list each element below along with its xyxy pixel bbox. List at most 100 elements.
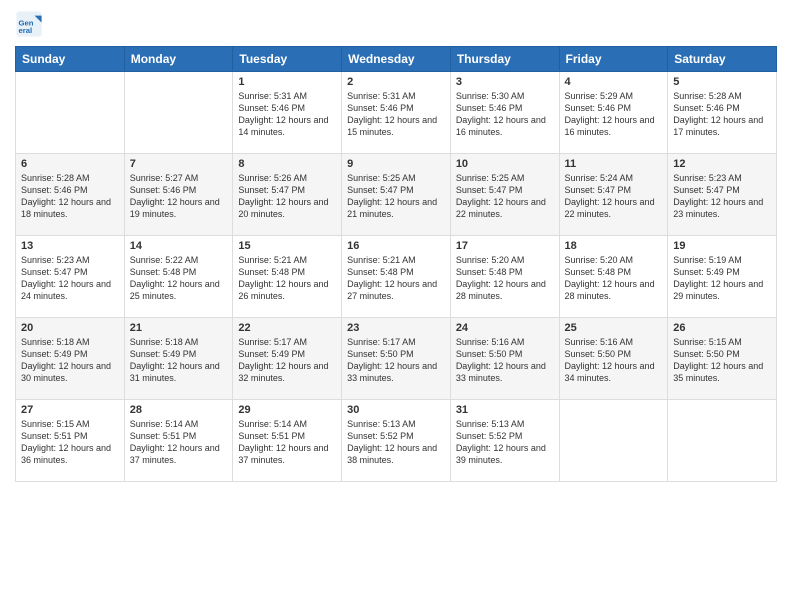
header-row: SundayMondayTuesdayWednesdayThursdayFrid…: [16, 47, 777, 72]
calendar-cell: 6 Sunrise: 5:28 AMSunset: 5:46 PMDaylight…: [16, 154, 125, 236]
calendar-cell: 15Sunrise: 5:21 AMSunset: 5:48 PMDayligh…: [233, 236, 342, 318]
calendar-cell: 17 Sunrise: 5:20 AMSunset: 5:48 PMDayligh…: [450, 236, 559, 318]
cell-content: Sunrise: 5:22 AMSunset: 5:48 PMDaylight:…: [130, 254, 228, 303]
calendar-cell: 19 Sunrise: 5:19 AMSunset: 5:49 PMDayligh…: [668, 236, 777, 318]
day-number: 30: [347, 404, 445, 416]
cell-content: Sunrise: 5:28 AMSunset: 5:46 PMDaylight:…: [673, 90, 771, 139]
day-number: 23: [347, 322, 445, 334]
day-number: 28: [130, 404, 228, 416]
day-number: 5: [673, 76, 771, 88]
cell-content: Sunrise: 5:23 AMSunset: 5:47 PMDaylight:…: [21, 254, 119, 303]
week-row-3: 13 Sunrise: 5:23 AMSunset: 5:47 PMDayligh…: [16, 236, 777, 318]
calendar-cell: 20 Sunrise: 5:18 AMSunset: 5:49 PMDayligh…: [16, 318, 125, 400]
calendar-cell: 31 Sunrise: 5:13 AMSunset: 5:52 PMDayligh…: [450, 400, 559, 482]
cell-content: Sunrise: 5:13 AMSunset: 5:52 PMDaylight:…: [456, 418, 554, 467]
calendar-cell: 25Sunrise: 5:16 AMSunset: 5:50 PMDayligh…: [559, 318, 668, 400]
day-number: 24: [456, 322, 554, 334]
logo: Gen eral: [15, 10, 47, 38]
calendar-cell: 13 Sunrise: 5:23 AMSunset: 5:47 PMDayligh…: [16, 236, 125, 318]
day-header-monday: Monday: [124, 47, 233, 72]
day-number: 13: [21, 240, 119, 252]
day-number: 10: [456, 158, 554, 170]
calendar-cell: 16 Sunrise: 5:21 AMSunset: 5:48 PMDayligh…: [342, 236, 451, 318]
calendar-cell: 29 Sunrise: 5:14 AMSunset: 5:51 PMDayligh…: [233, 400, 342, 482]
day-number: 21: [130, 322, 228, 334]
day-number: 27: [21, 404, 119, 416]
week-row-1: 1 Sunrise: 5:31 AMSunset: 5:46 PMDaylight…: [16, 72, 777, 154]
day-number: 18: [565, 240, 663, 252]
calendar-cell: 12Sunrise: 5:23 AMSunset: 5:47 PMDayligh…: [668, 154, 777, 236]
calendar-cell: [559, 400, 668, 482]
day-header-tuesday: Tuesday: [233, 47, 342, 72]
calendar-cell: 14 Sunrise: 5:22 AMSunset: 5:48 PMDayligh…: [124, 236, 233, 318]
cell-content: Sunrise: 5:27 AMSunset: 5:46 PMDaylight:…: [130, 172, 228, 221]
calendar-cell: 2 Sunrise: 5:31 AMSunset: 5:46 PMDaylight…: [342, 72, 451, 154]
day-header-sunday: Sunday: [16, 47, 125, 72]
calendar-cell: 26 Sunrise: 5:15 AMSunset: 5:50 PMDayligh…: [668, 318, 777, 400]
day-number: 25: [565, 322, 663, 334]
calendar-cell: 5 Sunrise: 5:28 AMSunset: 5:46 PMDaylight…: [668, 72, 777, 154]
day-number: 8: [238, 158, 336, 170]
calendar-cell: 28 Sunrise: 5:14 AMSunset: 5:51 PMDayligh…: [124, 400, 233, 482]
cell-content: Sunrise: 5:25 AMSunset: 5:47 PMDaylight:…: [456, 172, 554, 221]
svg-text:eral: eral: [19, 26, 33, 35]
calendar-header: SundayMondayTuesdayWednesdayThursdayFrid…: [16, 47, 777, 72]
week-row-2: 6 Sunrise: 5:28 AMSunset: 5:46 PMDaylight…: [16, 154, 777, 236]
cell-content: Sunrise: 5:26 AMSunset: 5:47 PMDaylight:…: [238, 172, 336, 221]
cell-content: Sunrise: 5:18 AMSunset: 5:49 PMDaylight:…: [21, 336, 119, 385]
week-row-5: 27 Sunrise: 5:15 AMSunset: 5:51 PMDayligh…: [16, 400, 777, 482]
cell-content: Sunrise: 5:31 AMSunset: 5:46 PMDaylight:…: [238, 90, 336, 139]
cell-content: Sunrise: 5:13 AMSunset: 5:52 PMDaylight:…: [347, 418, 445, 467]
calendar-cell: 10 Sunrise: 5:25 AMSunset: 5:47 PMDayligh…: [450, 154, 559, 236]
cell-content: Sunrise: 5:14 AMSunset: 5:51 PMDaylight:…: [238, 418, 336, 467]
week-row-4: 20 Sunrise: 5:18 AMSunset: 5:49 PMDayligh…: [16, 318, 777, 400]
day-number: 6: [21, 158, 119, 170]
cell-content: Sunrise: 5:24 AMSunset: 5:47 PMDaylight:…: [565, 172, 663, 221]
calendar-cell: 21 Sunrise: 5:18 AMSunset: 5:49 PMDayligh…: [124, 318, 233, 400]
cell-content: Sunrise: 5:14 AMSunset: 5:51 PMDaylight:…: [130, 418, 228, 467]
day-number: 26: [673, 322, 771, 334]
page: Gen eral SundayMondayTuesdayWednesdayThu…: [0, 0, 792, 612]
day-number: 15: [238, 240, 336, 252]
calendar-table: SundayMondayTuesdayWednesdayThursdayFrid…: [15, 46, 777, 482]
cell-content: Sunrise: 5:15 AMSunset: 5:51 PMDaylight:…: [21, 418, 119, 467]
calendar-cell: [124, 72, 233, 154]
day-number: 9: [347, 158, 445, 170]
cell-content: Sunrise: 5:23 AMSunset: 5:47 PMDaylight:…: [673, 172, 771, 221]
logo-icon: Gen eral: [15, 10, 43, 38]
cell-content: Sunrise: 5:17 AMSunset: 5:49 PMDaylight:…: [238, 336, 336, 385]
day-number: 1: [238, 76, 336, 88]
day-number: 2: [347, 76, 445, 88]
calendar-cell: 8 Sunrise: 5:26 AMSunset: 5:47 PMDaylight…: [233, 154, 342, 236]
calendar-cell: 1 Sunrise: 5:31 AMSunset: 5:46 PMDaylight…: [233, 72, 342, 154]
day-number: 11: [565, 158, 663, 170]
cell-content: Sunrise: 5:29 AMSunset: 5:46 PMDaylight:…: [565, 90, 663, 139]
cell-content: Sunrise: 5:19 AMSunset: 5:49 PMDaylight:…: [673, 254, 771, 303]
cell-content: Sunrise: 5:25 AMSunset: 5:47 PMDaylight:…: [347, 172, 445, 221]
cell-content: Sunrise: 5:18 AMSunset: 5:49 PMDaylight:…: [130, 336, 228, 385]
calendar-cell: [16, 72, 125, 154]
cell-content: Sunrise: 5:17 AMSunset: 5:50 PMDaylight:…: [347, 336, 445, 385]
calendar-cell: 9 Sunrise: 5:25 AMSunset: 5:47 PMDaylight…: [342, 154, 451, 236]
day-number: 19: [673, 240, 771, 252]
calendar-cell: 24Sunrise: 5:16 AMSunset: 5:50 PMDayligh…: [450, 318, 559, 400]
day-number: 16: [347, 240, 445, 252]
day-number: 17: [456, 240, 554, 252]
calendar-cell: 3Sunrise: 5:30 AMSunset: 5:46 PMDaylight…: [450, 72, 559, 154]
day-number: 31: [456, 404, 554, 416]
day-header-thursday: Thursday: [450, 47, 559, 72]
calendar-cell: 30 Sunrise: 5:13 AMSunset: 5:52 PMDayligh…: [342, 400, 451, 482]
cell-content: Sunrise: 5:28 AMSunset: 5:46 PMDaylight:…: [21, 172, 119, 221]
cell-content: Sunrise: 5:15 AMSunset: 5:50 PMDaylight:…: [673, 336, 771, 385]
cell-content: Sunrise: 5:20 AMSunset: 5:48 PMDaylight:…: [565, 254, 663, 303]
cell-content: Sunrise: 5:31 AMSunset: 5:46 PMDaylight:…: [347, 90, 445, 139]
day-number: 20: [21, 322, 119, 334]
header: Gen eral: [15, 10, 777, 38]
cell-content: Sunrise: 5:20 AMSunset: 5:48 PMDaylight:…: [456, 254, 554, 303]
day-header-wednesday: Wednesday: [342, 47, 451, 72]
day-number: 29: [238, 404, 336, 416]
cell-content: Sunrise: 5:21 AMSunset: 5:48 PMDaylight:…: [347, 254, 445, 303]
calendar-body: 1 Sunrise: 5:31 AMSunset: 5:46 PMDaylight…: [16, 72, 777, 482]
day-number: 14: [130, 240, 228, 252]
calendar-cell: 23 Sunrise: 5:17 AMSunset: 5:50 PMDayligh…: [342, 318, 451, 400]
